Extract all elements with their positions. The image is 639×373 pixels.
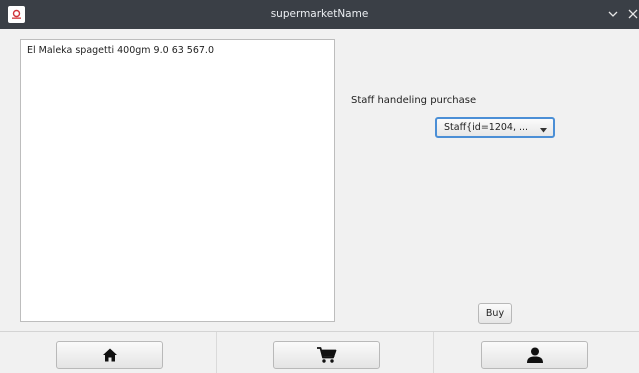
home-button[interactable] [56, 341, 163, 369]
title-bar[interactable]: supermarketName [0, 0, 639, 29]
nav-divider [433, 332, 434, 373]
cart-button[interactable] [273, 341, 380, 369]
bottom-nav-bar [0, 331, 639, 373]
account-button[interactable] [481, 341, 588, 369]
buy-button[interactable]: Buy [478, 303, 512, 324]
app-window: supermarketName El Maleka spagetti 400gm… [0, 0, 639, 373]
chevron-down-icon [540, 125, 547, 136]
close-icon[interactable] [626, 7, 639, 21]
staff-select-value: Staff{id=1204, ... [444, 122, 529, 133]
cart-item-list[interactable]: El Maleka spagetti 400gm 9.0 63 567.0 [20, 39, 335, 322]
list-item[interactable]: El Maleka spagetti 400gm 9.0 63 567.0 [27, 45, 214, 56]
staff-label: Staff handeling purchase [351, 95, 477, 106]
window-title: supermarketName [270, 8, 369, 20]
nav-divider [216, 332, 217, 373]
minimize-icon[interactable] [606, 7, 620, 21]
staff-select[interactable]: Staff{id=1204, ... [435, 117, 555, 138]
